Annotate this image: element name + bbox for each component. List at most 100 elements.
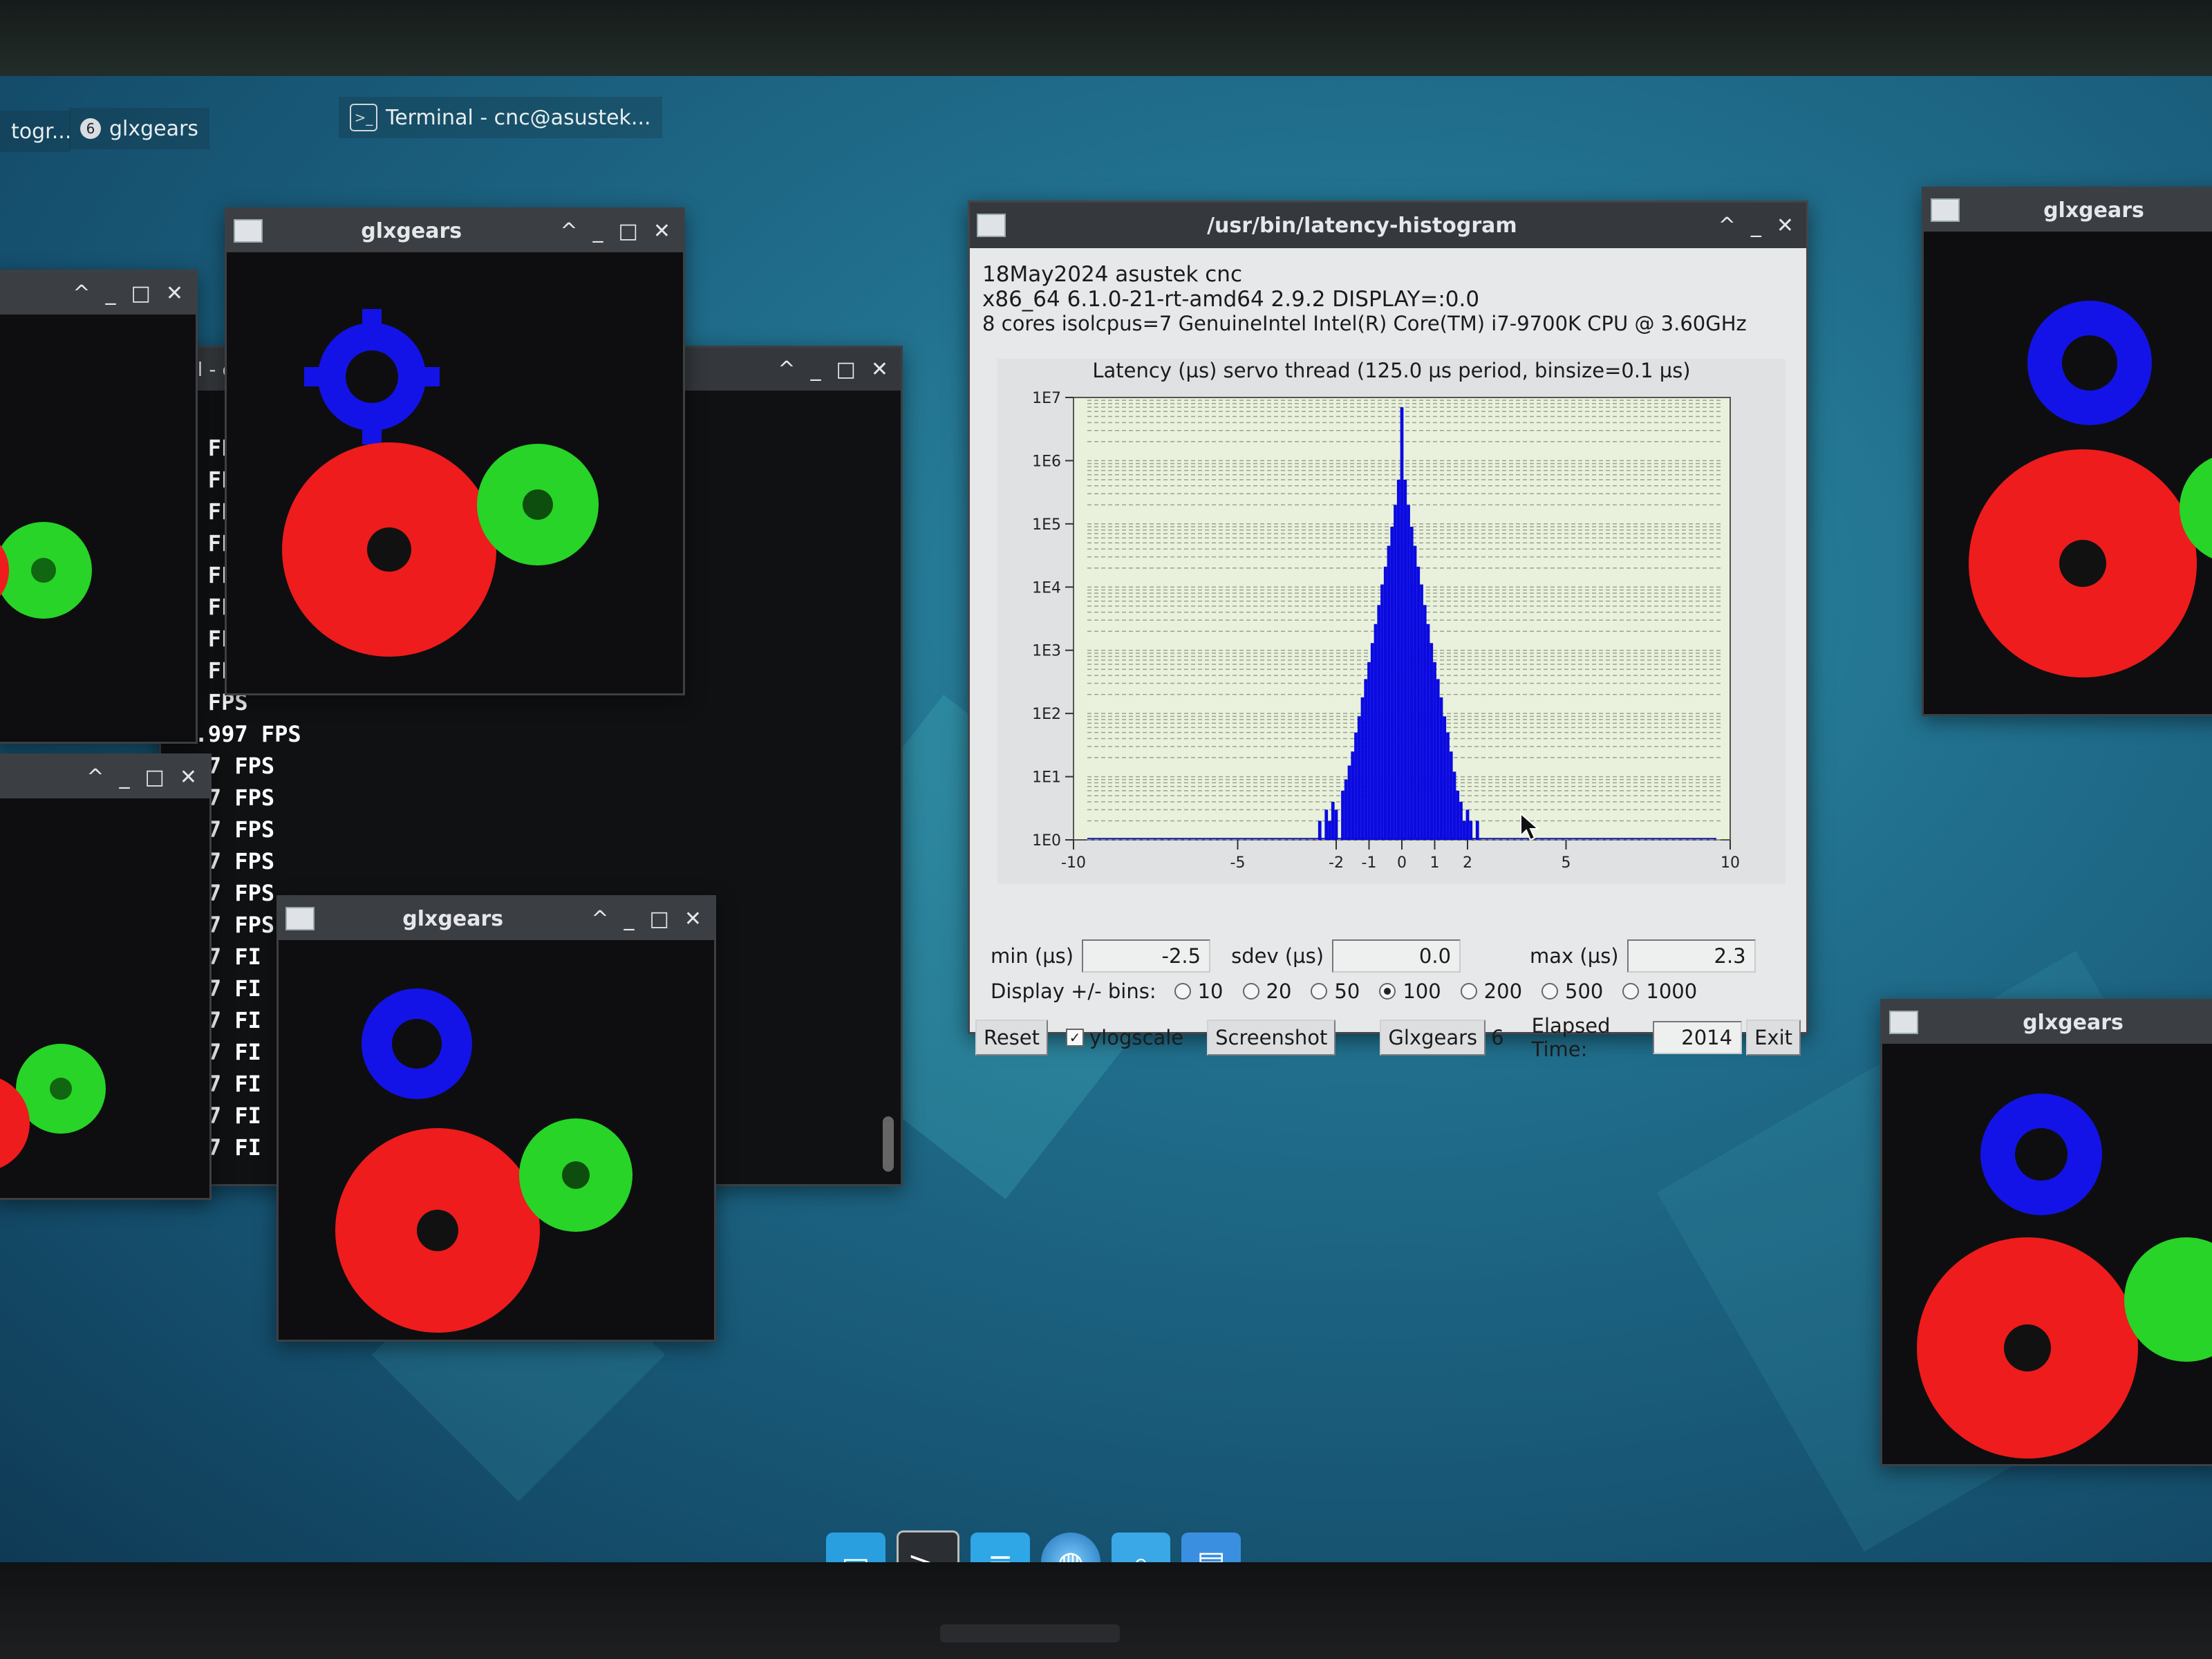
histogram-bar <box>1360 697 1365 840</box>
glxgears-titlebar[interactable]: glxgears <box>1924 189 2212 232</box>
radio-icon <box>1622 983 1640 1000</box>
histogram-bar <box>1416 566 1421 840</box>
histogram-bar <box>1344 779 1348 840</box>
chevron-up-icon[interactable]: ^ <box>560 219 577 243</box>
glxgears-window-left-top[interactable]: ^ _ □ ✕ <box>0 270 198 744</box>
close-icon[interactable]: ✕ <box>653 219 671 243</box>
chevron-up-icon[interactable]: ^ <box>591 907 608 931</box>
exit-button[interactable]: Exit <box>1746 1020 1801 1056</box>
radio-icon <box>1541 983 1559 1000</box>
maximize-icon[interactable]: □ <box>131 281 151 306</box>
window-count-badge: 6 <box>80 118 101 139</box>
bins-option-1000[interactable]: 1000 <box>1622 980 1697 1003</box>
histogram-bar <box>1456 790 1460 840</box>
histogram-plot: Latency (µs) servo thread (125.0 µs peri… <box>997 359 1785 884</box>
x-tick-label: 10 <box>1721 854 1740 872</box>
bins-option-50[interactable]: 50 <box>1311 980 1360 1003</box>
glxgears-titlebar[interactable]: glxgears ^ _ □ ✕ <box>227 209 683 252</box>
histogram-bar <box>1367 662 1371 840</box>
histogram-bar <box>1377 605 1381 840</box>
terminal-scrollbar[interactable] <box>883 1116 894 1172</box>
histogram-bar <box>1370 643 1374 840</box>
radio-icon <box>1242 983 1259 1000</box>
bins-option-20[interactable]: 20 <box>1242 980 1291 1003</box>
glxgears-window-d[interactable]: glxgears <box>1880 999 2212 1466</box>
histogram-bar <box>1423 605 1427 840</box>
histogram-bar <box>1469 821 1473 840</box>
chart-title: Latency (µs) servo thread (125.0 µs peri… <box>1092 359 1691 382</box>
histogram-bar <box>1387 545 1391 840</box>
ylogscale-checkbox[interactable]: ✓ ylogscale <box>1066 1026 1183 1049</box>
elapsed-value: 2014 <box>1652 1021 1743 1054</box>
button-row: Reset ✓ ylogscale Screenshot Glxgears 6 … <box>975 1014 1801 1061</box>
histogram-bar <box>1413 545 1417 840</box>
checkmark-icon: ✓ <box>1066 1029 1085 1047</box>
close-icon[interactable]: ✕ <box>1777 214 1794 238</box>
minimize-icon[interactable]: _ <box>624 907 635 931</box>
histogram-bar <box>1318 821 1322 840</box>
x-tick-label: -10 <box>1061 854 1086 872</box>
minimize-icon[interactable]: _ <box>1751 214 1761 238</box>
chevron-up-icon[interactable]: ^ <box>778 357 795 382</box>
histogram-bar <box>1409 527 1414 840</box>
taskbar-item-glxgears[interactable]: 6 glxgears <box>69 108 209 149</box>
bins-option-10[interactable]: 10 <box>1174 980 1224 1003</box>
x-tick-label: 5 <box>1562 854 1571 872</box>
maximize-icon[interactable]: □ <box>836 357 856 382</box>
gears-illustration <box>0 522 92 619</box>
minimize-icon[interactable]: _ <box>106 281 116 306</box>
glxgears-titlebar[interactable]: ^ _ □ ✕ <box>0 756 209 798</box>
taskbar-item-histogram[interactable]: togr... <box>0 111 71 152</box>
chevron-up-icon[interactable]: ^ <box>73 281 90 306</box>
histogram-bar <box>1347 765 1351 840</box>
maximize-icon[interactable]: □ <box>650 907 669 931</box>
info-line-date-host: 18May2024 asustek cnc <box>982 262 1242 287</box>
latency-histogram-window[interactable]: /usr/bin/latency-histogram ^ _ ✕ 18May20… <box>968 200 1808 1061</box>
y-tick-label: 1E4 <box>1032 579 1061 597</box>
chevron-up-icon[interactable]: ^ <box>86 765 104 789</box>
x-tick-label: -2 <box>1329 854 1344 872</box>
glxgears-count: 6 <box>1491 1026 1504 1049</box>
histogram-bar <box>1351 751 1355 840</box>
x-tick-label: -1 <box>1362 854 1377 872</box>
bins-option-200[interactable]: 200 <box>1460 980 1522 1003</box>
glxgears-titlebar[interactable]: glxgears ^ _ □ ✕ <box>279 897 714 940</box>
y-tick-label: 1E7 <box>1032 390 1061 407</box>
minimize-icon[interactable]: _ <box>811 357 821 382</box>
reset-button[interactable]: Reset <box>975 1020 1049 1056</box>
histogram-bar <box>1324 809 1329 840</box>
minimize-icon[interactable]: _ <box>593 219 603 243</box>
bins-row: Display +/- bins: 10 20 50 100 200 500 1000 <box>991 980 1792 1003</box>
glxgears-titlebar[interactable]: glxgears <box>1882 1001 2212 1044</box>
y-axis-ticks: 1E0 1E1 1E2 1E3 1E4 1E5 1E6 1E7 <box>1032 390 1074 850</box>
bins-option-100[interactable]: 100 <box>1379 980 1441 1003</box>
glxgears-window-b[interactable]: glxgears ^ _ □ ✕ <box>276 895 716 1342</box>
histogram-bar <box>1403 479 1407 840</box>
y-tick-label: 1E0 <box>1032 832 1061 850</box>
histogram-bar <box>1341 790 1344 840</box>
window-icon <box>234 219 263 243</box>
minimize-icon[interactable]: _ <box>120 765 130 789</box>
window-icon <box>1931 198 1960 222</box>
histogram-bar <box>1436 679 1440 840</box>
maximize-icon[interactable]: □ <box>619 219 638 243</box>
close-icon[interactable]: ✕ <box>180 765 197 789</box>
screenshot-button[interactable]: Screenshot <box>1207 1020 1336 1056</box>
glxgears-titlebar[interactable]: ^ _ □ ✕ <box>0 272 196 315</box>
bins-option-500[interactable]: 500 <box>1541 980 1603 1003</box>
gears-canvas <box>1882 1044 2212 1464</box>
glxgears-window-left-bottom[interactable]: ^ _ □ ✕ <box>0 753 212 1200</box>
close-icon[interactable]: ✕ <box>871 357 888 382</box>
latency-titlebar[interactable]: /usr/bin/latency-histogram ^ _ ✕ <box>970 203 1806 248</box>
x-tick-label: -5 <box>1230 854 1246 872</box>
chevron-up-icon[interactable]: ^ <box>1718 214 1736 238</box>
glxgears-window-a[interactable]: glxgears ^ _ □ ✕ <box>225 207 685 695</box>
maximize-icon[interactable]: □ <box>145 765 165 789</box>
glxgears-window-c[interactable]: glxgears <box>1922 187 2212 716</box>
glxgears-button[interactable]: Glxgears <box>1380 1020 1486 1056</box>
taskbar-item-terminal[interactable]: >_ Terminal - cnc@asustek... <box>339 97 662 138</box>
close-icon[interactable]: ✕ <box>684 907 702 931</box>
close-icon[interactable]: ✕ <box>166 281 183 306</box>
histogram-bar <box>1396 479 1400 840</box>
histogram-bar <box>1334 809 1338 840</box>
